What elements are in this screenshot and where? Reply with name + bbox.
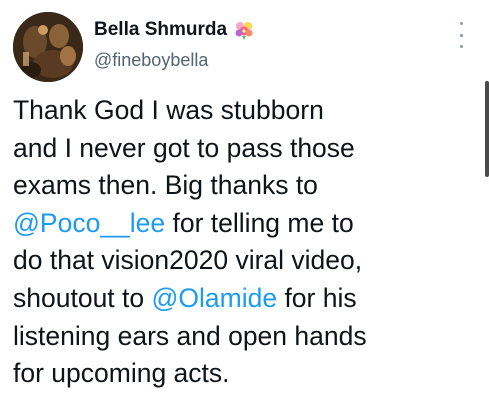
tweet-text-segment: for his	[277, 282, 357, 313]
more-dot	[459, 45, 463, 48]
tweet-text-segment: Thank God I was stubborn	[13, 95, 324, 125]
more-vertical-icon[interactable]	[452, 22, 470, 48]
tweet-line: @Poco__lee for telling me to	[13, 205, 483, 243]
tweet-line: and I never got to pass those	[13, 130, 483, 168]
tweet-text-segment: and I never got to pass those	[13, 132, 355, 163]
tweet-text-segment: do that vision2020 viral video,	[13, 245, 363, 276]
tweet-text: Thank God I was stubborn and I never got…	[13, 92, 483, 393]
tweet-line: Thank God I was stubborn	[13, 92, 483, 130]
tweet-text-segment: for telling me to	[165, 207, 354, 238]
tweet-text-segment: shoutout to	[13, 282, 152, 313]
author-display-name[interactable]: Bella Shmurda	[94, 19, 227, 41]
tweet-line: shoutout to @Olamide for his	[13, 280, 483, 318]
tweet-text-segment: listening ears and open hands	[13, 320, 367, 351]
flower-bouquet-icon	[233, 19, 255, 41]
tweet-text-segment: exams then. Big thanks to	[13, 170, 318, 201]
tweet-card: Bella Shmurda @fineboybella Thank God I …	[0, 0, 489, 420]
author-handle[interactable]: @fineboybella	[94, 50, 208, 71]
tweet-line: listening ears and open hands	[13, 318, 483, 356]
avatar-photo	[13, 12, 83, 82]
more-dot	[459, 22, 463, 25]
tweet-line: do that vision2020 viral video,	[13, 242, 483, 280]
avatar[interactable]	[13, 12, 83, 82]
scrollbar[interactable]	[485, 81, 489, 177]
tweet-line: for upcoming acts.	[13, 355, 483, 393]
mention-link-olamide[interactable]: @Olamide	[152, 283, 278, 313]
author-name-row: Bella Shmurda	[94, 17, 255, 43]
mention-link-poco-lee[interactable]: @Poco__lee	[13, 208, 165, 238]
tweet-text-segment: for upcoming acts.	[13, 358, 230, 389]
tweet-line: exams then. Big thanks to	[13, 167, 483, 205]
more-dot	[459, 33, 463, 37]
